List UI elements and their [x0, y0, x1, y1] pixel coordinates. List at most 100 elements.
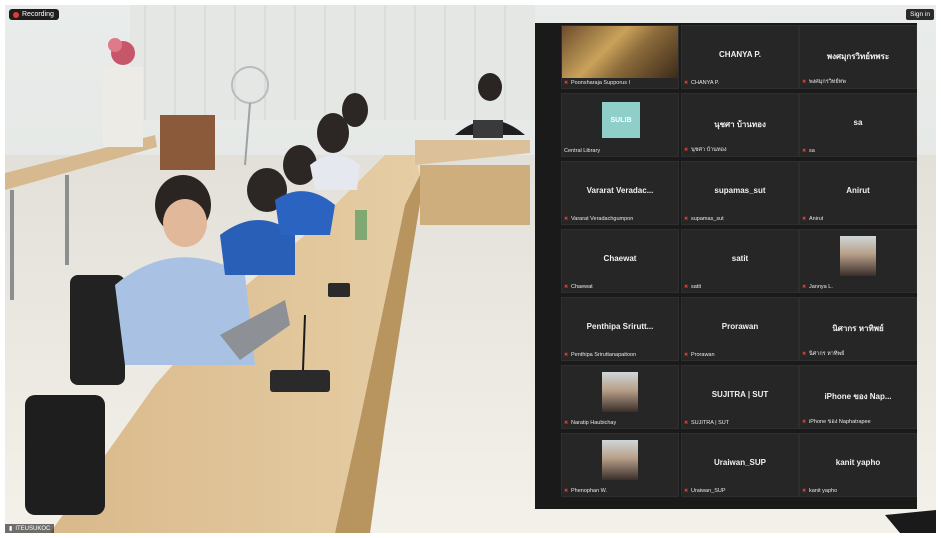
- participant-tile[interactable]: Vararat Veradac... Vararat Veradachgumpon: [561, 161, 679, 225]
- participant-tile[interactable]: Anirut Anirut: [799, 161, 917, 225]
- participant-tile[interactable]: sa sa: [799, 93, 917, 157]
- participants-gallery: Poonsharaja Supporus ICHANYA P.CHANYA P.…: [535, 23, 917, 509]
- recording-label: Recording: [22, 11, 54, 18]
- participant-tile[interactable]: SUJITRA | SUT SUJITRA | SUT: [681, 365, 799, 429]
- participant-label-text: iPhone ของ Naphatrapee: [809, 419, 871, 425]
- participant-label-text: supamas_sut: [691, 216, 724, 222]
- participant-label-text: SUJITRA | SUT: [691, 420, 730, 426]
- participant-display-name: Prorawan: [721, 322, 759, 331]
- muted-mic-icon: [802, 351, 807, 357]
- participant-display-name: iPhone ของ Nap...: [824, 392, 892, 401]
- participant-tile[interactable]: พงศมุกรวิทย์ทพระพงศมุกรวิทย์ทพ: [799, 25, 917, 89]
- participant-tile[interactable]: Poonsharaja Supporus I: [561, 25, 679, 89]
- muted-mic-icon: [684, 488, 689, 494]
- muted-mic-icon: [802, 284, 807, 290]
- participant-tile[interactable]: Chaewat Chaewat: [561, 229, 679, 293]
- participant-name-label: supamas_sut: [684, 216, 724, 222]
- participant-tile[interactable]: Phenophan W.: [561, 433, 679, 497]
- participant-display-name: Vararat Veradac...: [586, 186, 654, 195]
- participant-label-text: Phenophan W.: [571, 488, 608, 494]
- muted-mic-icon: [802, 148, 807, 154]
- participant-name-label: CHANYA P.: [684, 80, 719, 86]
- participant-name-label: Jannya L.: [802, 284, 833, 290]
- participant-display-name: sa: [853, 118, 863, 127]
- participant-display-name: Chaewat: [603, 254, 637, 263]
- muted-mic-icon: [564, 488, 569, 494]
- muted-mic-icon: [564, 284, 569, 290]
- participant-name-label: Prorawan: [684, 352, 715, 358]
- participant-name-label: พงศมุกรวิทย์ทพ: [802, 78, 846, 86]
- participant-name-label: kanit yapho: [802, 488, 837, 494]
- participant-label-text: Prorawan: [691, 352, 715, 358]
- sign-in-button[interactable]: Sign in: [906, 9, 934, 20]
- participant-tile[interactable]: CHANYA P. CHANYA P.: [681, 25, 799, 89]
- participant-tile[interactable]: satit satit: [681, 229, 799, 293]
- participant-tile[interactable]: Prorawan Prorawan: [681, 297, 799, 361]
- participant-name-label: SUJITRA | SUT: [684, 420, 729, 426]
- participant-label-text: พงศมุกรวิทย์ทพ: [809, 79, 846, 85]
- participant-label-text: satit: [691, 284, 702, 290]
- participant-tile[interactable]: Jannya L.: [799, 229, 917, 293]
- participant-label-text: Jannya L.: [809, 284, 833, 290]
- participant-display-name: satit: [731, 254, 749, 263]
- participant-label-text: นุชศา บ้านทอง: [691, 147, 727, 153]
- muted-mic-icon: [564, 420, 569, 426]
- participant-label-text: CHANYA P.: [691, 80, 720, 86]
- muted-mic-icon: [564, 352, 569, 358]
- participant-display-name: SUJITRA | SUT: [711, 390, 769, 399]
- participant-display-name: supamas_sut: [714, 186, 766, 195]
- host-name-label: ▮ ITEUSUKOC: [5, 524, 55, 533]
- participant-photo: [840, 236, 876, 276]
- participant-tile[interactable]: SULIB Central Library: [561, 93, 679, 157]
- participant-display-name: Anirut: [846, 186, 870, 195]
- participant-tile[interactable]: supamas_sut supamas_sut: [681, 161, 799, 225]
- muted-mic-icon: [802, 419, 807, 425]
- signal-icon: ▮: [9, 526, 13, 532]
- participant-name-label: Naratip Haubichay: [564, 420, 616, 426]
- participant-label-text: Poonsharaja Supporus I: [571, 80, 631, 86]
- participant-label-text: Naratip Haubichay: [571, 420, 617, 426]
- participant-label-text: Uraiwan_SUP: [691, 488, 726, 494]
- participant-tile[interactable]: นุชศา บ้านทองนุชศา บ้านทอง: [681, 93, 799, 157]
- muted-mic-icon: [684, 147, 689, 153]
- participant-display-name: นุชศา บ้านทอง: [714, 120, 766, 129]
- participant-display-name: kanit yapho: [835, 458, 881, 467]
- recording-dot-icon: [13, 11, 19, 18]
- participant-photo: [602, 440, 638, 480]
- participant-name-label: Anirut: [802, 216, 823, 222]
- participant-name-label: Central Library: [564, 148, 600, 154]
- muted-mic-icon: [684, 216, 689, 222]
- muted-mic-icon: [684, 80, 689, 86]
- participant-name-label: นุชศา บ้านทอง: [684, 146, 727, 154]
- sulib-logo: SULIB: [602, 102, 640, 138]
- participant-tile[interactable]: นิศากร หาทิพย์นิศากร หาทิพย์: [799, 297, 917, 361]
- participant-name-label: iPhone ของ Naphatrapee: [802, 418, 871, 426]
- participant-label-text: sa: [809, 148, 815, 154]
- muted-mic-icon: [684, 284, 689, 290]
- participant-tile[interactable]: Uraiwan_SUP Uraiwan_SUP: [681, 433, 799, 497]
- participant-photo: [602, 372, 638, 412]
- participant-display-name: Uraiwan_SUP: [713, 458, 767, 467]
- participant-video: [562, 26, 678, 78]
- participant-display-name: นิศากร หาทิพย์: [832, 324, 884, 333]
- participant-tile[interactable]: kanit yapho kanit yapho: [799, 433, 917, 497]
- participant-name-label: Uraiwan_SUP: [684, 488, 726, 494]
- recording-indicator: Recording: [9, 9, 59, 20]
- participant-display-name: Penthipa Srirutt...: [586, 322, 654, 331]
- muted-mic-icon: [802, 79, 807, 85]
- participant-name-label: Penthipa Sriruttanapaitoon: [564, 352, 636, 358]
- participant-name-label: Vararat Veradachgumpon: [564, 216, 633, 222]
- participant-label-text: Penthipa Sriruttanapaitoon: [571, 352, 637, 358]
- muted-mic-icon: [684, 420, 689, 426]
- muted-mic-icon: [564, 80, 569, 86]
- participant-tile[interactable]: iPhone ของ Nap... iPhone ของ Naphatrapee: [799, 365, 917, 429]
- participant-label-text: Chaewat: [571, 284, 593, 290]
- participant-name-label: นิศากร หาทิพย์: [802, 350, 844, 358]
- participant-name-label: sa: [802, 148, 815, 154]
- participant-display-name: CHANYA P.: [719, 50, 761, 59]
- participant-tile[interactable]: Penthipa Srirutt... Penthipa Sriruttanapa…: [561, 297, 679, 361]
- participant-tile[interactable]: Naratip Haubichay: [561, 365, 679, 429]
- muted-mic-icon: [684, 352, 689, 358]
- participant-label-text: Central Library: [564, 148, 601, 154]
- participant-label-text: Anirut: [809, 216, 824, 222]
